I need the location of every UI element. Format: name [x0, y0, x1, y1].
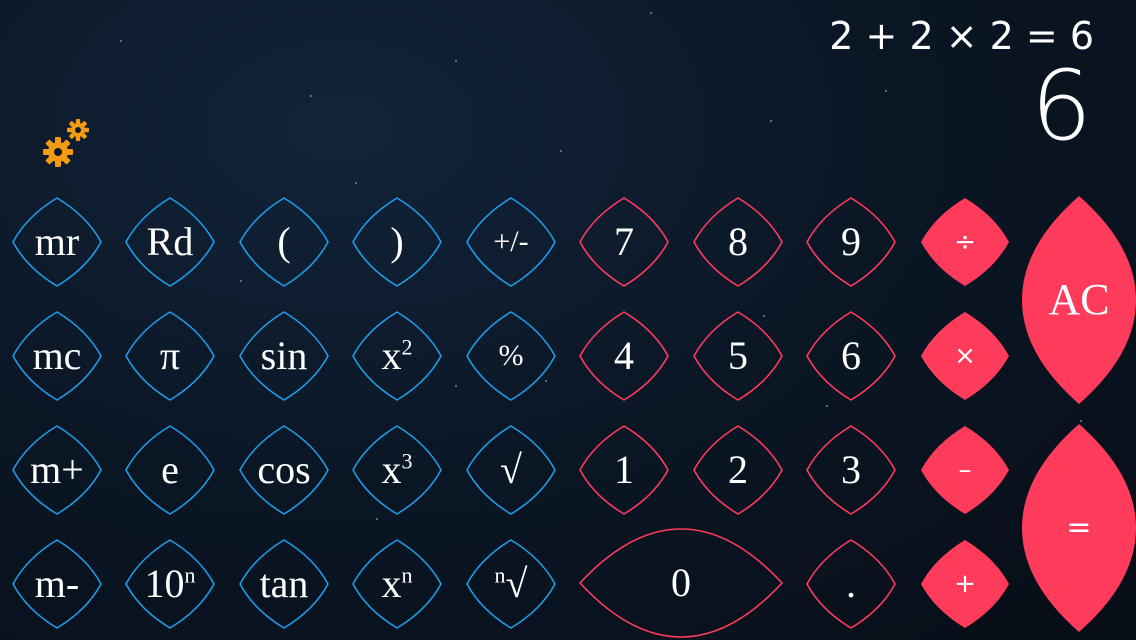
digit-7-button[interactable]: 7 [578, 196, 670, 288]
memory-subtract-button[interactable]: m- [11, 538, 103, 630]
plus-minus-button[interactable]: +/- [465, 196, 557, 288]
digit-8-button[interactable]: 8 [692, 196, 784, 288]
multiply-button[interactable]: × [919, 310, 1011, 402]
sqrt-button[interactable]: √ [465, 424, 557, 516]
memory-recall-button[interactable]: mr [11, 196, 103, 288]
all-clear-button[interactable]: AC [1022, 196, 1136, 404]
pi-button[interactable]: π [124, 310, 216, 402]
euler-button[interactable]: e [124, 424, 216, 516]
percent-button[interactable]: % [465, 310, 557, 402]
cube-button[interactable]: x3 [351, 424, 443, 516]
digit-6-button[interactable]: 6 [805, 310, 897, 402]
equals-button[interactable]: = [1022, 424, 1136, 632]
result-display: 6 [1030, 50, 1092, 162]
plus-button[interactable]: + [919, 538, 1011, 630]
power-button[interactable]: xn [351, 538, 443, 630]
memory-clear-button[interactable]: mc [11, 310, 103, 402]
minus-button[interactable]: – [919, 424, 1011, 516]
close-paren-button[interactable]: ) [351, 196, 443, 288]
digit-2-button[interactable]: 2 [692, 424, 784, 516]
cos-button[interactable]: cos [238, 424, 330, 516]
nth-root-button[interactable]: n√ [465, 538, 557, 630]
digit-3-button[interactable]: 3 [805, 424, 897, 516]
open-paren-button[interactable]: ( [238, 196, 330, 288]
gears-icon[interactable] [36, 114, 96, 174]
digit-0-button[interactable]: 0 [578, 527, 784, 639]
decimal-button[interactable]: . [805, 538, 897, 630]
digit-9-button[interactable]: 9 [805, 196, 897, 288]
sin-button[interactable]: sin [238, 310, 330, 402]
ten-power-button[interactable]: 10n [124, 538, 216, 630]
tan-button[interactable]: tan [238, 538, 330, 630]
divide-button[interactable]: ÷ [919, 196, 1011, 288]
random-button[interactable]: Rd [124, 196, 216, 288]
digit-1-button[interactable]: 1 [578, 424, 670, 516]
digit-5-button[interactable]: 5 [692, 310, 784, 402]
square-button[interactable]: x2 [351, 310, 443, 402]
memory-add-button[interactable]: m+ [11, 424, 103, 516]
digit-4-button[interactable]: 4 [578, 310, 670, 402]
